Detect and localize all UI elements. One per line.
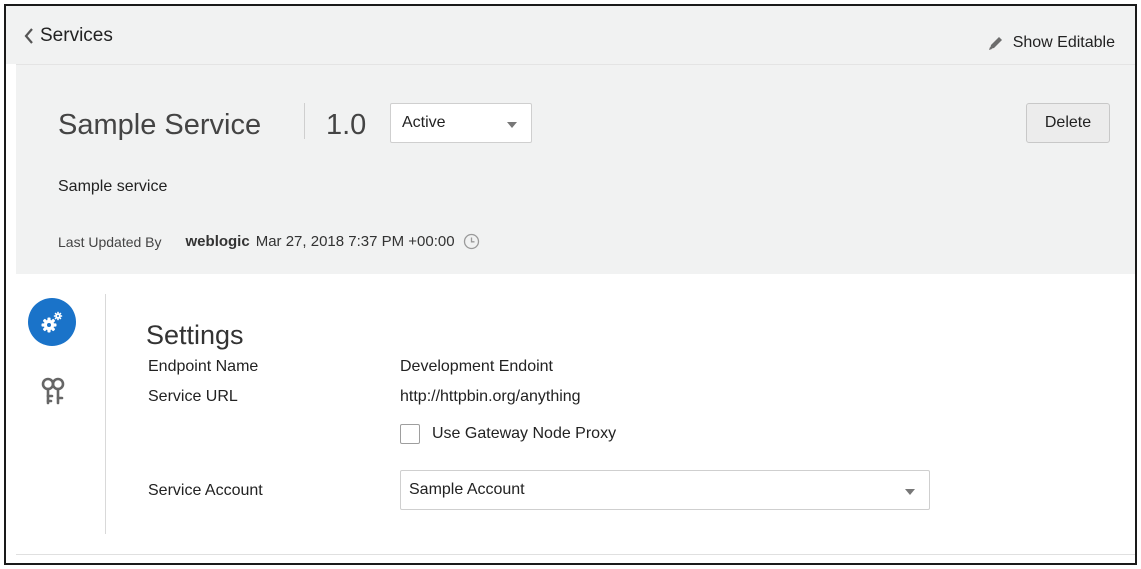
version-label: 1.0 — [326, 109, 367, 141]
service-account-label: Service Account — [148, 482, 263, 499]
chevron-left-icon — [24, 28, 33, 44]
last-updated-time: Mar 27, 2018 7:37 PM +00:00 — [255, 233, 455, 250]
service-url-value: http://httpbin.org/anything — [400, 388, 581, 405]
clock-icon[interactable] — [463, 233, 480, 250]
keys-icon — [41, 377, 65, 405]
title-divider — [304, 103, 305, 139]
chevron-down-icon — [905, 489, 915, 495]
status-select-value: Active — [402, 114, 446, 131]
pencil-icon — [988, 37, 1002, 50]
page-frame: Services Show Editable Sample Service 1.… — [4, 4, 1137, 565]
back-to-services-link[interactable]: Services — [24, 25, 113, 47]
chevron-down-icon — [507, 122, 517, 128]
service-header: Sample Service 1.0 Active Delete Sample … — [16, 64, 1135, 274]
gateway-proxy-checkbox[interactable] — [400, 424, 420, 444]
service-account-select[interactable]: Sample Account — [400, 470, 930, 510]
gateway-proxy-option[interactable]: Use Gateway Node Proxy — [400, 424, 616, 444]
last-updated-label: Last Updated By — [58, 233, 162, 250]
settings-title: Settings — [146, 320, 244, 350]
service-description: Sample service — [58, 178, 168, 195]
show-editable-label: Show Editable — [1012, 34, 1115, 51]
last-updated: Last Updated By weblogic Mar 27, 2018 7:… — [58, 233, 480, 250]
back-link-label: Services — [40, 25, 113, 46]
page-title: Sample Service — [58, 109, 262, 141]
bottom-divider — [16, 554, 1135, 555]
settings-section-button[interactable] — [28, 298, 76, 346]
rail-divider — [105, 294, 106, 534]
service-account-value: Sample Account — [409, 481, 525, 498]
last-updated-user: weblogic — [185, 233, 250, 250]
settings-gears-icon — [41, 311, 63, 333]
top-bar: Services Show Editable — [6, 6, 1135, 64]
gateway-proxy-label: Use Gateway Node Proxy — [432, 425, 617, 442]
endpoint-name-value: Development Endoint — [400, 358, 553, 375]
show-editable-button[interactable]: Show Editable — [987, 34, 1115, 52]
delete-button[interactable]: Delete — [1026, 103, 1110, 143]
status-select[interactable]: Active — [390, 103, 532, 143]
service-url-label: Service URL — [148, 388, 238, 405]
keys-section-button[interactable] — [40, 376, 66, 406]
endpoint-name-label: Endpoint Name — [148, 358, 259, 375]
